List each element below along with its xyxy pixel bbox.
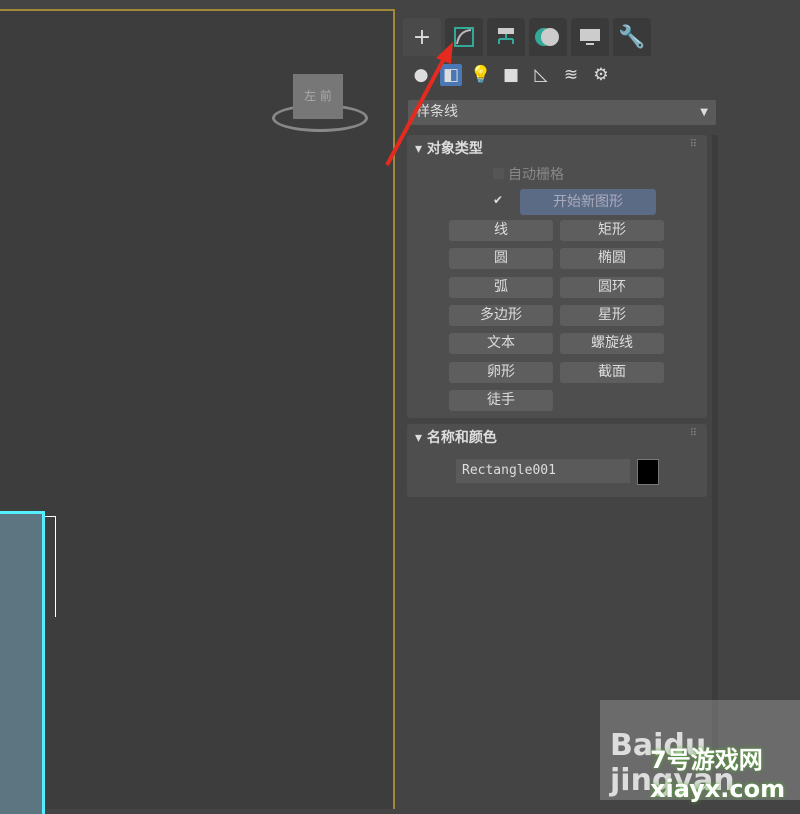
shape-button[interactable]: 圆环 xyxy=(560,276,664,298)
rollout-title: 对象类型 xyxy=(426,141,483,157)
tab-motion[interactable] xyxy=(529,18,567,56)
motion-icon xyxy=(535,28,559,46)
shape-button[interactable]: 线 xyxy=(449,220,553,241)
viewport[interactable]: 左 前 xyxy=(0,9,395,814)
start-new-shape-checkbox[interactable]: ✔ xyxy=(493,193,503,207)
object-name-input[interactable]: Rectangle001 xyxy=(456,459,630,483)
watermark-text: 7号游戏网 xiayx.com xyxy=(650,746,786,803)
shape-button[interactable]: 螺旋线 xyxy=(560,333,664,355)
helpers-icon[interactable]: ◺ xyxy=(530,64,552,86)
shape-button[interactable]: 矩形 xyxy=(560,220,664,241)
tab-display[interactable] xyxy=(571,18,609,56)
rollout-object-type: ▾ 对象类型 ⠿ 自动栅格 ✔ 开始新图形 线矩形圆椭圆弧圆环 多边形 星形 文本 螺旋… xyxy=(407,135,707,418)
shape-button[interactable]: 星形 xyxy=(560,304,664,326)
spacewarps-icon[interactable]: ≋ xyxy=(560,64,582,86)
monitor-icon xyxy=(580,29,600,45)
dropdown-value: 样条线 xyxy=(416,104,458,120)
shape-button[interactable]: 卵形 xyxy=(449,361,553,383)
tab-create[interactable]: + xyxy=(403,18,441,56)
plus-icon: + xyxy=(412,24,432,50)
rollout-name-color: ▾ 名称和颜色 ⠿ Rectangle001 xyxy=(407,424,707,497)
category-dropdown[interactable]: 样条线 ▼ xyxy=(408,100,716,125)
tab-hierarchy[interactable] xyxy=(487,18,525,56)
wrench-icon: 🔧 xyxy=(618,24,646,50)
shape-button[interactable]: 文本 xyxy=(449,333,553,355)
shape-button[interactable]: 截面 xyxy=(560,361,664,383)
tab-utilities[interactable]: 🔧 xyxy=(613,18,651,56)
shape-button[interactable]: 圆 xyxy=(449,248,553,270)
geometry-icon[interactable]: ● xyxy=(410,64,432,86)
shape-button[interactable]: 椭圆 xyxy=(560,248,664,270)
autogrid-checkbox[interactable]: 自动栅格 xyxy=(493,164,564,184)
tab-modify[interactable] xyxy=(445,18,483,56)
rollout-header[interactable]: ▾ 名称和颜色 xyxy=(415,427,497,447)
command-panel-tabs: + 🔧 xyxy=(403,18,651,56)
shape-button[interactable]: 徒手 xyxy=(449,389,553,411)
shape-button[interactable]: 多边形 xyxy=(449,304,553,326)
rollout-title: 名称和颜色 xyxy=(426,430,497,446)
systems-icon[interactable]: ⚙ xyxy=(590,64,612,86)
viewcube[interactable]: 左 前 xyxy=(293,74,343,119)
spline-curve-icon xyxy=(454,27,474,47)
subtype-icons: ● ◧ 💡 ■ ◺ ≋ ⚙ xyxy=(410,64,612,86)
rollout-header[interactable]: ▾ 对象类型 xyxy=(415,138,483,158)
watermark: Baidu jingyan 7号游戏网 xiayx.com xyxy=(600,700,800,803)
drag-handle-icon[interactable]: ⠿ xyxy=(690,139,697,150)
top-bar xyxy=(0,0,800,9)
chevron-down-icon: ▼ xyxy=(700,107,708,118)
autogrid-label: 自动栅格 xyxy=(508,167,564,183)
drag-handle-icon[interactable]: ⠿ xyxy=(690,428,697,439)
shape-button[interactable]: 弧 xyxy=(449,276,553,298)
cameras-icon[interactable]: ■ xyxy=(500,64,522,86)
hierarchy-icon xyxy=(498,28,514,44)
box-edge xyxy=(45,516,56,617)
selected-box-object[interactable] xyxy=(0,511,45,814)
lights-icon[interactable]: 💡 xyxy=(470,64,492,86)
shapes-icon[interactable]: ◧ xyxy=(440,64,462,86)
start-new-shape-button[interactable]: 开始新图形 xyxy=(520,189,656,215)
object-color-swatch[interactable] xyxy=(637,459,659,485)
